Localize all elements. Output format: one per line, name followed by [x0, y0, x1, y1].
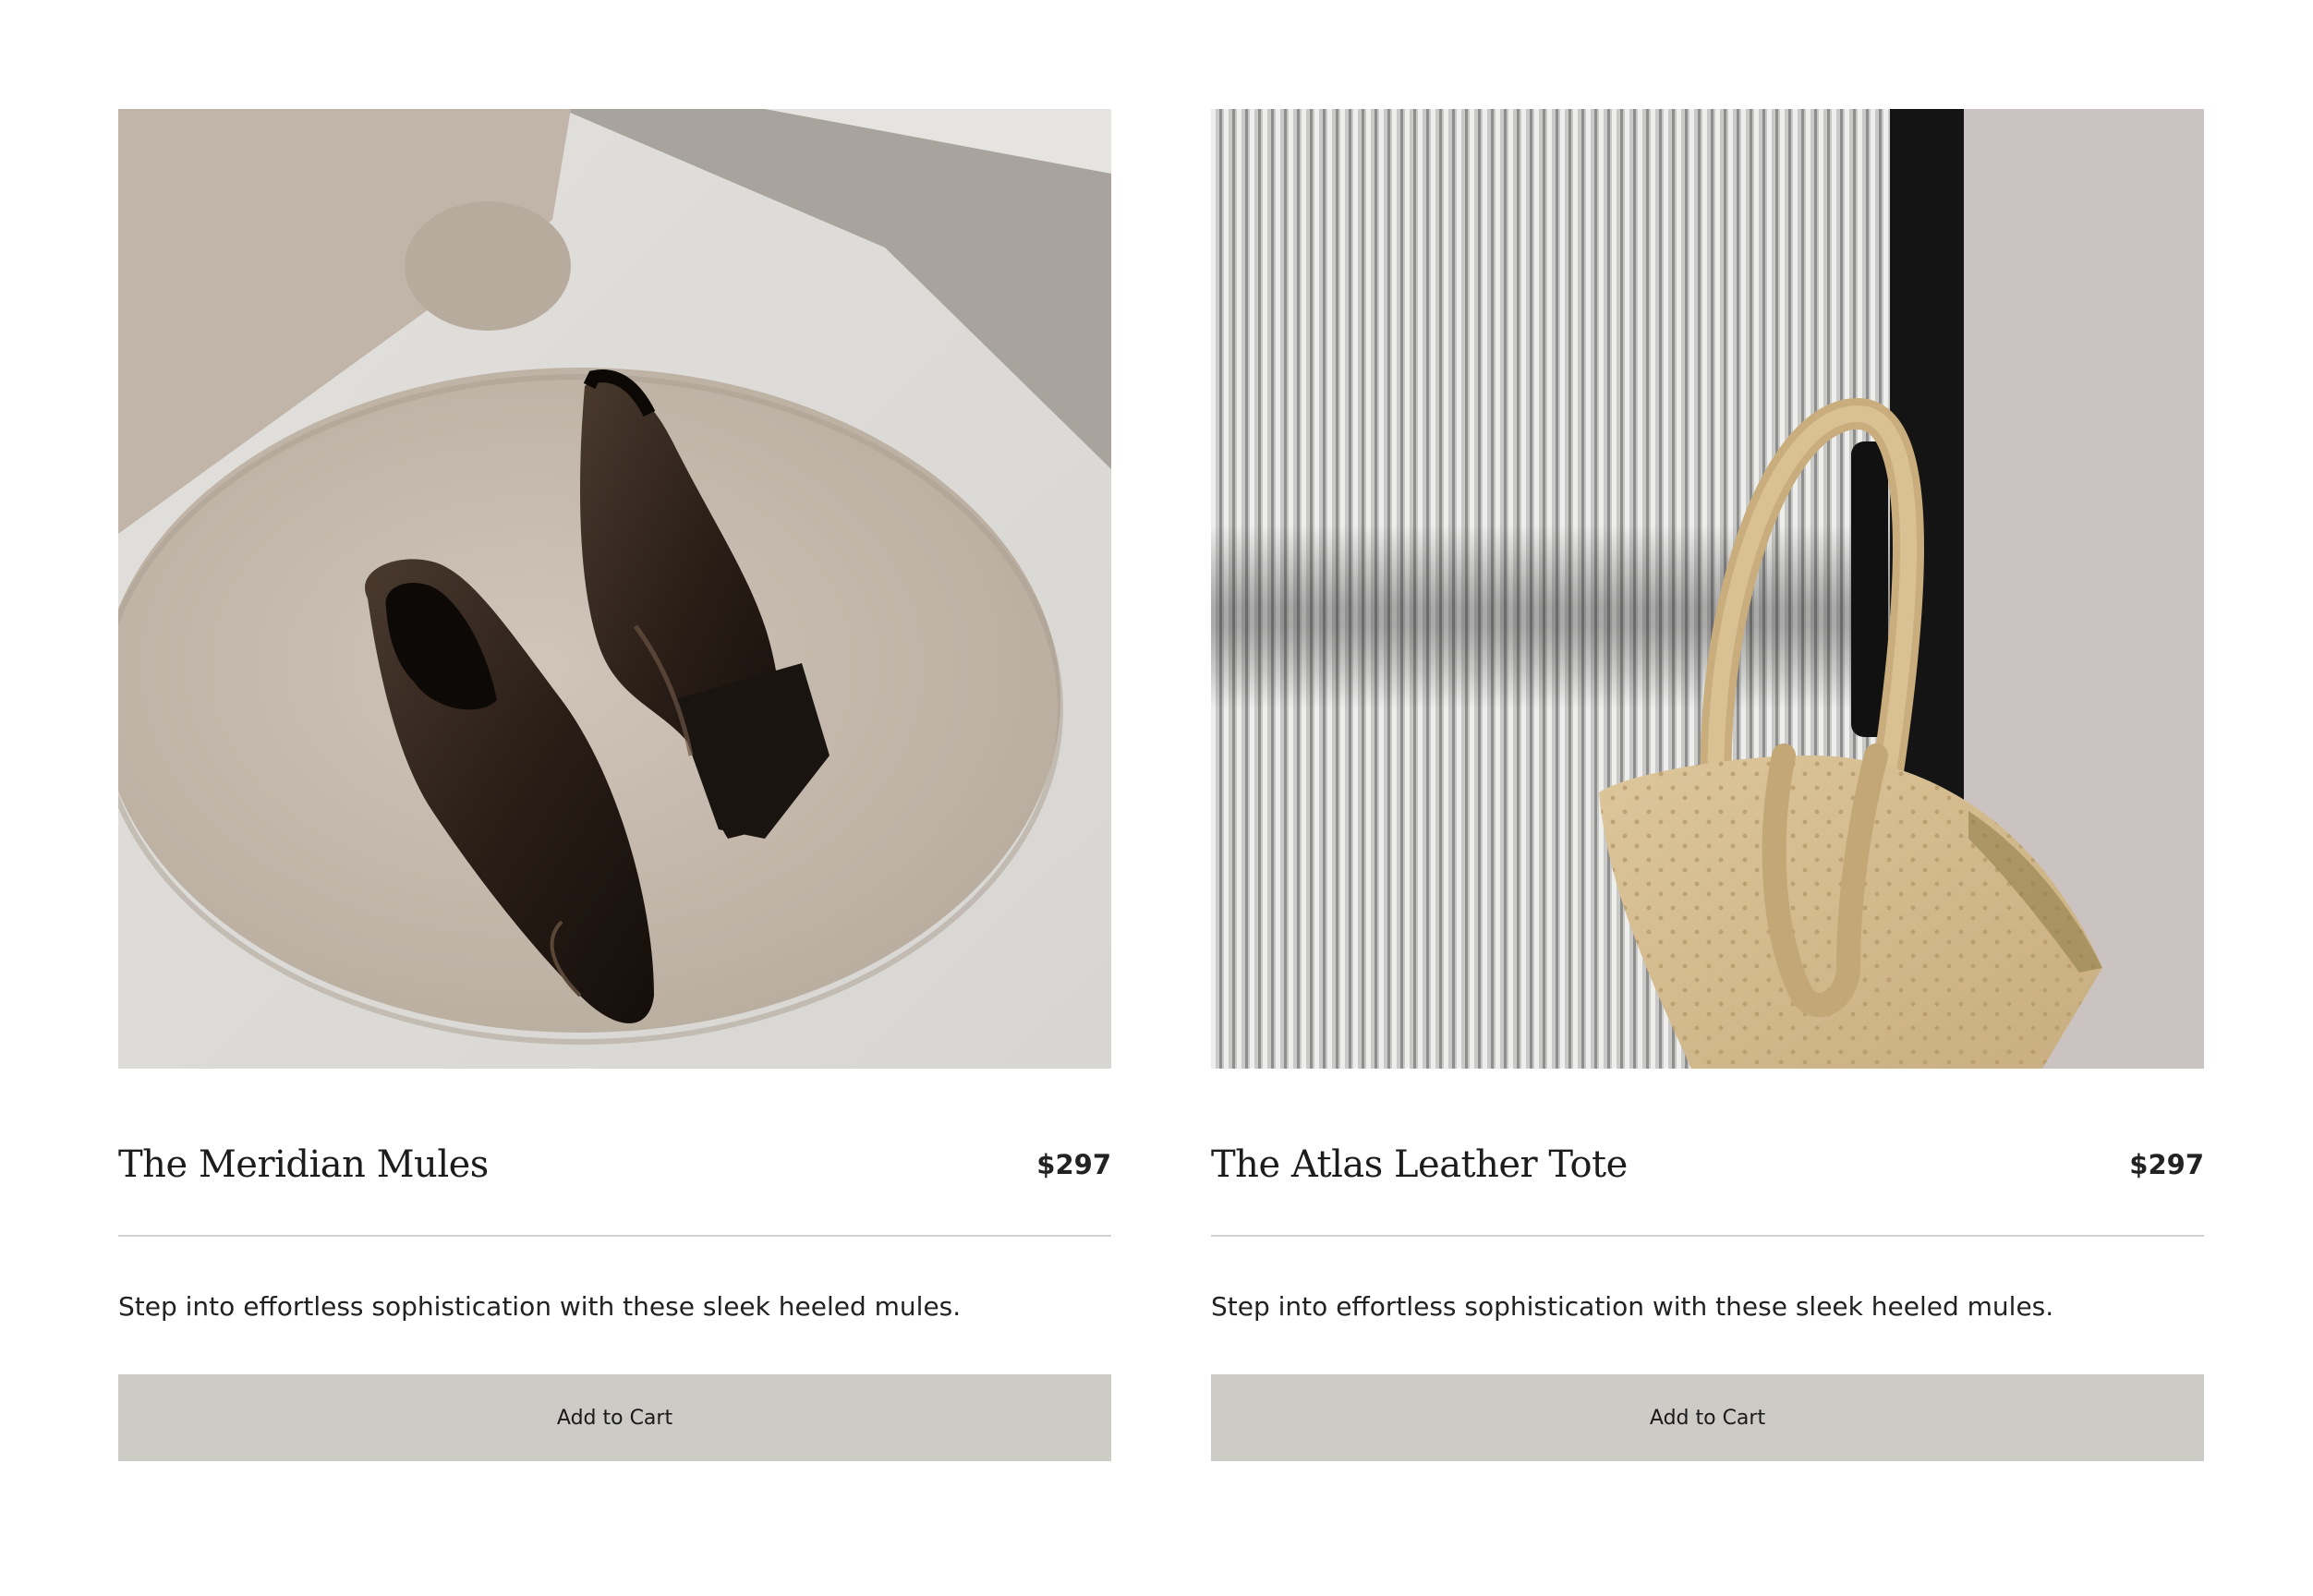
product-description: Step into effortless sophistication with…: [118, 1291, 962, 1322]
mules-photo: [118, 109, 1111, 1069]
tote-photo: [1211, 109, 2204, 1069]
product-image[interactable]: [1211, 109, 2204, 1069]
product-image[interactable]: [118, 109, 1111, 1069]
product-card-meridian-mules: The Meridian Mules $297 Step into effort…: [118, 109, 1111, 1461]
divider: [1211, 1235, 2204, 1237]
product-title[interactable]: The Meridian Mules: [118, 1143, 489, 1186]
divider: [118, 1235, 1111, 1237]
product-title[interactable]: The Atlas Leather Tote: [1211, 1143, 1628, 1186]
add-to-cart-button[interactable]: Add to Cart: [118, 1374, 1111, 1461]
product-price: $297: [1036, 1149, 1111, 1180]
product-description: Step into effortless sophistication with…: [1211, 1291, 2054, 1322]
product-price: $297: [2129, 1149, 2204, 1180]
product-title-row: The Meridian Mules $297: [118, 1137, 1111, 1192]
product-title-row: The Atlas Leather Tote $297: [1211, 1137, 2204, 1192]
add-to-cart-button[interactable]: Add to Cart: [1211, 1374, 2204, 1461]
product-card-atlas-tote: The Atlas Leather Tote $297 Step into ef…: [1211, 109, 2204, 1461]
product-grid: The Meridian Mules $297 Step into effort…: [118, 109, 2204, 1461]
